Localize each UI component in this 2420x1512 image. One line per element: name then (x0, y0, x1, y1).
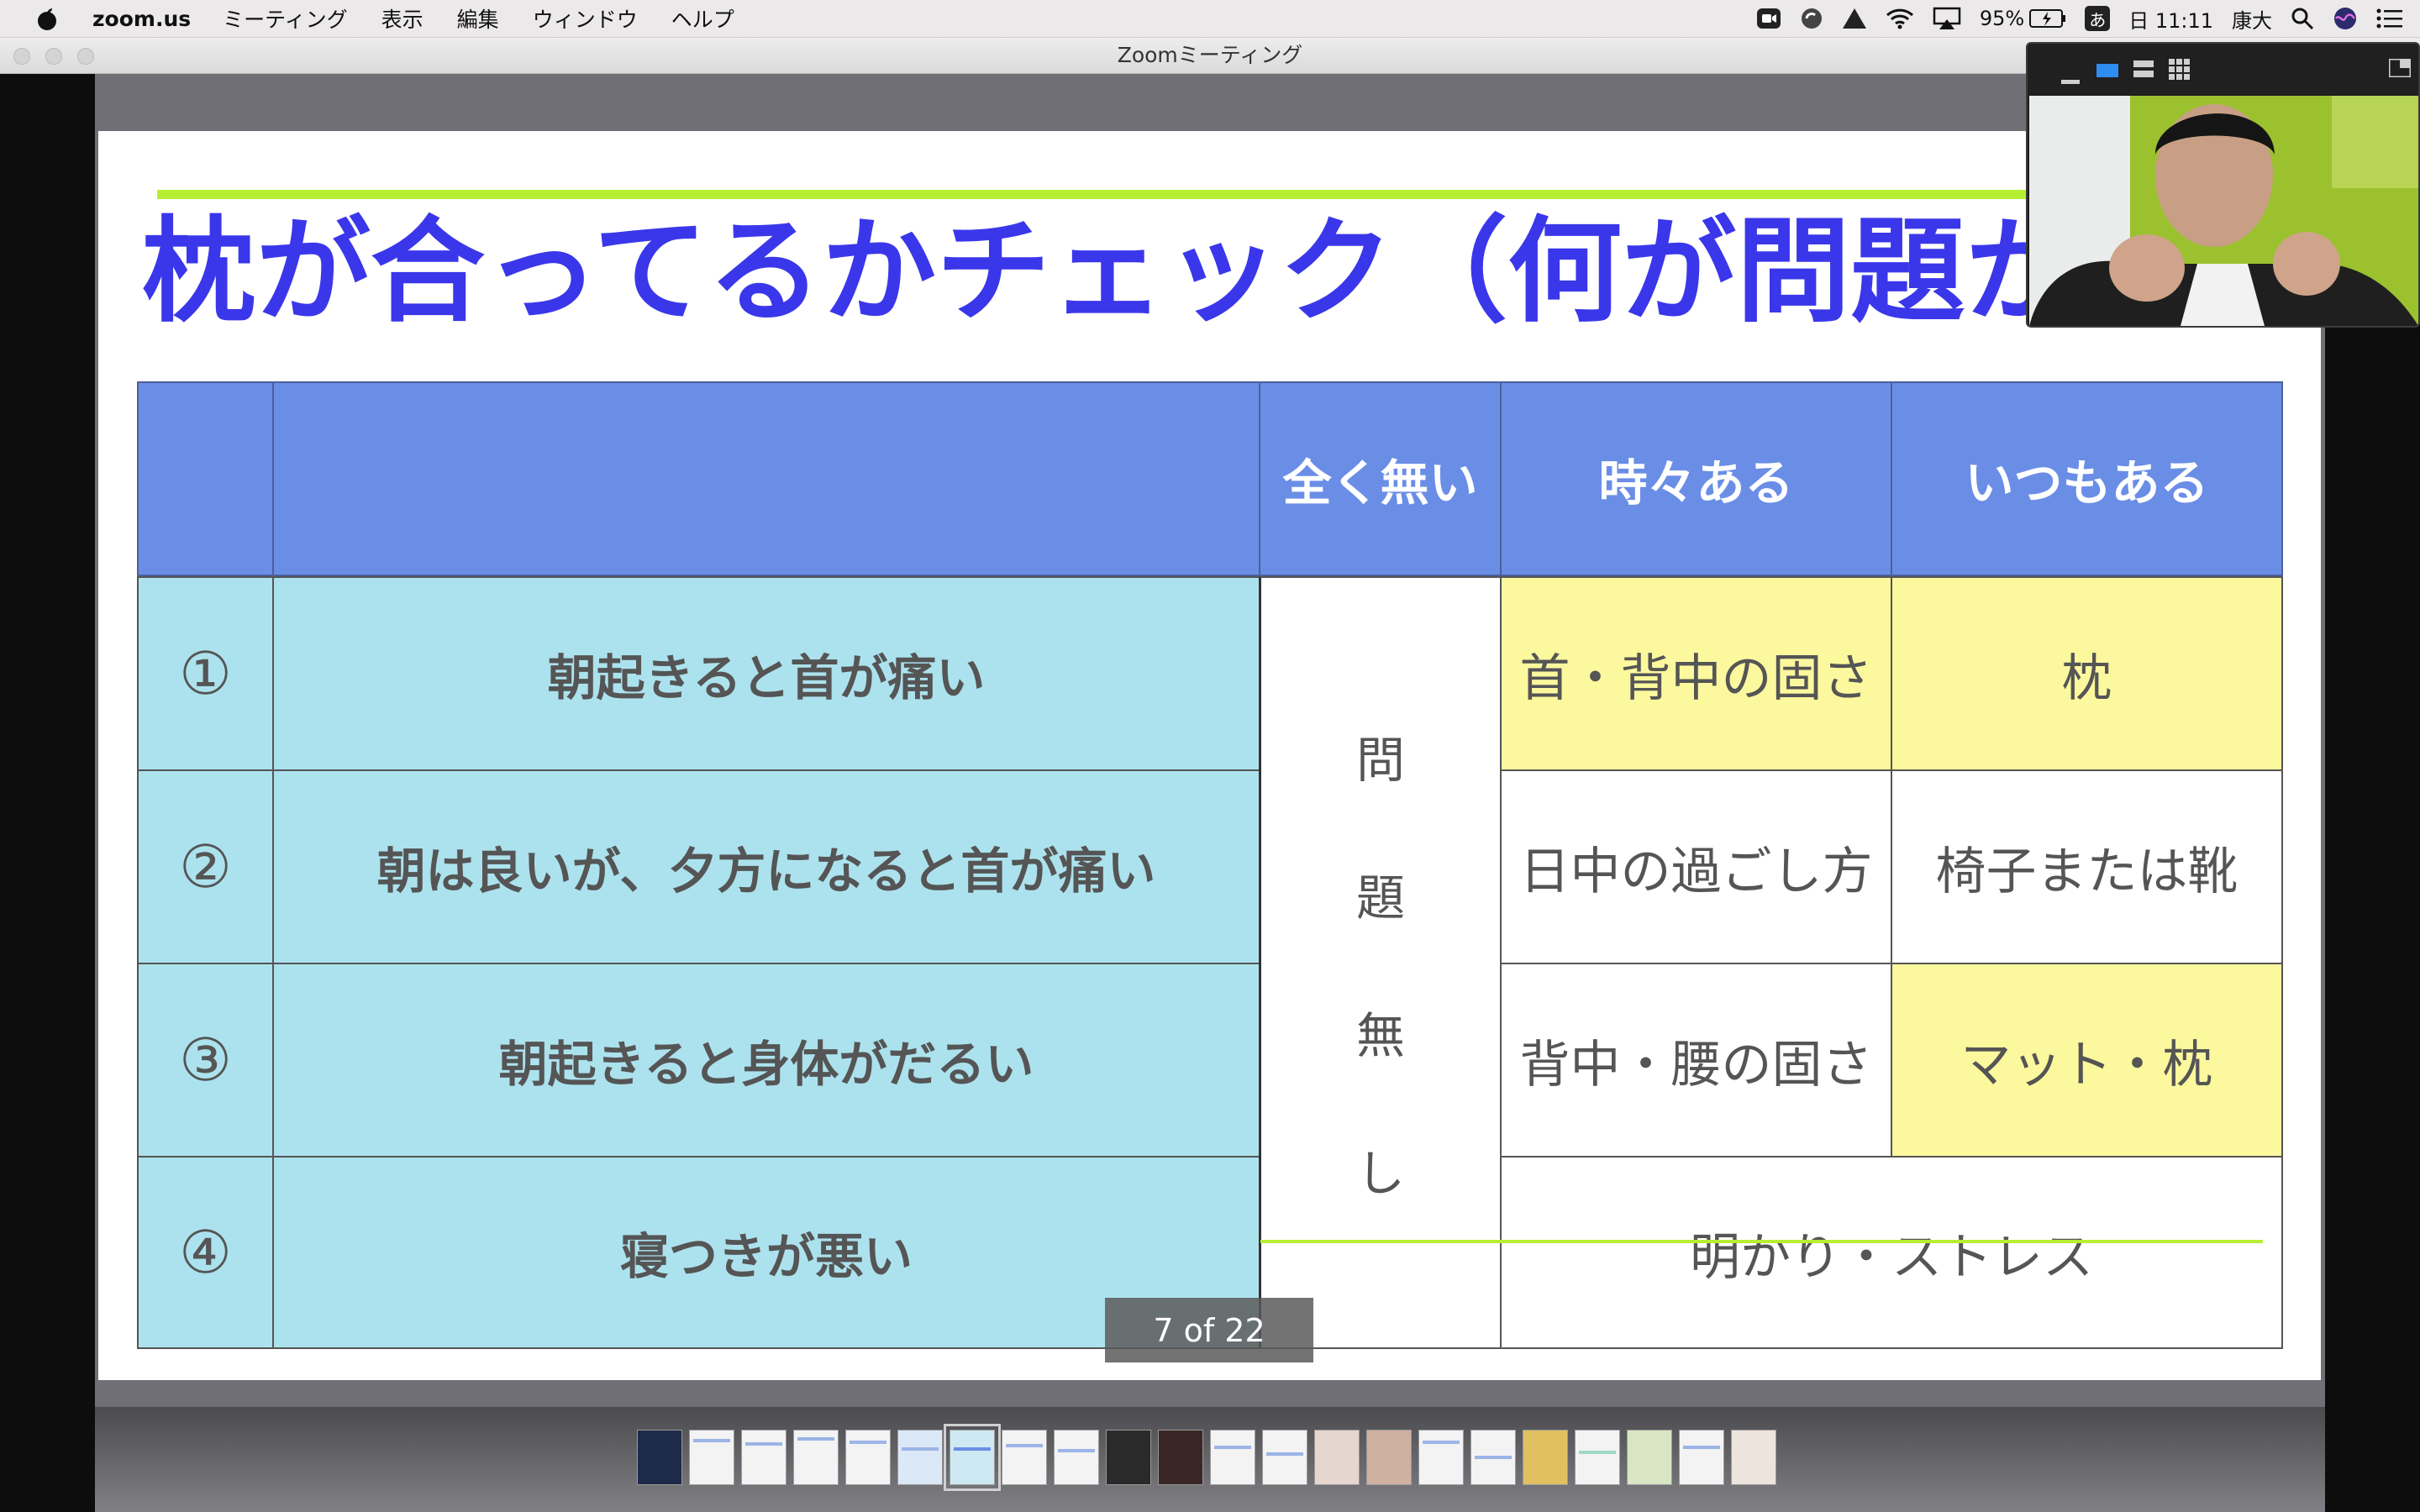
menu-help[interactable]: ヘルプ (671, 3, 734, 34)
row-symptom: 朝起きると首が痛い (272, 576, 1260, 771)
menu-bar: zoom.us ミーティング 表示 編集 ウィンドウ ヘルプ 95% あ 日 1… (0, 0, 2420, 38)
slide-thumbnail[interactable] (793, 1430, 839, 1485)
slide-thumbnail[interactable] (1158, 1430, 1203, 1485)
strip-view-icon[interactable] (2133, 59, 2154, 82)
menu-app-zoom[interactable]: zoom.us (92, 7, 191, 31)
slide-thumbnail[interactable] (1366, 1430, 1412, 1485)
cause-sometimes: 首・背中の固さ (1500, 576, 1892, 771)
video-panel[interactable] (2026, 42, 2420, 328)
menu-view[interactable]: 表示 (381, 3, 424, 34)
siri-icon[interactable] (2333, 6, 2358, 31)
cause-always: 椅子または靴 (1891, 769, 2283, 964)
no-problem-char: 無 (1355, 1007, 1405, 1064)
search-icon[interactable] (2291, 7, 2314, 30)
wifi-icon[interactable] (1886, 8, 1914, 29)
slide-thumbnail[interactable] (1731, 1430, 1776, 1485)
active-speaker-view-icon[interactable] (2096, 64, 2118, 81)
minimize-video-icon[interactable] (2061, 72, 2080, 88)
input-method-label: あ (2085, 6, 2111, 31)
slide-thumbnail[interactable] (1679, 1430, 1724, 1485)
row-number: ③ (137, 963, 274, 1158)
thumbnail-list (637, 1424, 1783, 1491)
header-never: 全く無い (1259, 381, 1502, 576)
row-number: ① (137, 576, 274, 771)
participant-video[interactable] (2029, 96, 2418, 326)
menu-window[interactable]: ウィンドウ (533, 3, 638, 34)
slide-title: 枕が合ってるかチェック（何が問題か） (142, 206, 2194, 339)
cause-sometimes: 背中・腰の固さ (1500, 963, 1892, 1158)
row-number: ② (137, 769, 274, 964)
header-sometimes: 時々ある (1500, 381, 1892, 576)
slide-thumbnail[interactable] (637, 1430, 682, 1485)
menu-edit[interactable]: 編集 (457, 3, 499, 34)
slide-thumbnail[interactable] (1106, 1430, 1151, 1485)
notification-center-icon[interactable] (2376, 8, 2403, 29)
header-cell-number (137, 381, 274, 576)
slide-thumbnail[interactable] (1314, 1430, 1360, 1485)
sync-icon[interactable] (1800, 7, 1823, 30)
no-problem-char: 題 (1355, 869, 1405, 927)
slide-thumbnail[interactable] (1575, 1430, 1620, 1485)
input-method-icon[interactable]: あ (2085, 6, 2111, 31)
apple-icon[interactable] (30, 6, 64, 31)
slide-thumbnail[interactable] (1054, 1430, 1099, 1485)
slide-thumbnail[interactable] (897, 1430, 943, 1485)
row-number: ④ (137, 1156, 274, 1349)
airplay-icon[interactable] (1933, 7, 1961, 30)
video-panel-toolbar (2028, 44, 2418, 94)
battery-icon[interactable] (2029, 8, 2066, 29)
user-name[interactable]: 康大 (2232, 4, 2272, 34)
header-cell-symptom (272, 381, 1260, 576)
cause-sometimes: 日中の過ごし方 (1500, 769, 1892, 964)
no-problem-char: 問 (1355, 732, 1405, 789)
slide-thumbnail[interactable] (741, 1430, 786, 1485)
participant-video-image (2029, 96, 2418, 326)
cause-always: マット・枕 (1891, 963, 2283, 1158)
gallery-view-icon[interactable] (2169, 59, 2191, 84)
warning-triangle-icon[interactable] (1842, 8, 1867, 29)
slide-thumbnail[interactable] (1210, 1430, 1255, 1485)
menu-meeting[interactable]: ミーティング (223, 3, 348, 34)
clock[interactable]: 日 11:11 (2128, 4, 2213, 34)
page-indicator: 7 of 22 (1105, 1298, 1313, 1362)
slide-thumbnail[interactable] (1470, 1430, 1516, 1485)
slide-thumbnail[interactable] (689, 1430, 734, 1485)
slide-thumbnail[interactable] (1418, 1430, 1464, 1485)
no-problem-char: し (1355, 1145, 1405, 1202)
annotation-line (1260, 1240, 2263, 1243)
cause-merged: 明かり・ストレス (1500, 1156, 2283, 1349)
slide-thumbnail[interactable] (1002, 1430, 1047, 1485)
no-problem-column: 問 題 無 し (1259, 576, 1502, 1349)
side-by-side-icon[interactable] (2387, 57, 2412, 81)
slide-thumbnail[interactable] (1627, 1430, 1672, 1485)
cause-always: 枕 (1891, 576, 2283, 771)
slide-accent-line (157, 190, 2308, 199)
slide-thumbnail[interactable] (1523, 1430, 1568, 1485)
zoom-status-icon[interactable] (1756, 7, 1781, 30)
battery-percentage: 95% (1979, 7, 2025, 30)
slide-thumbnail[interactable] (845, 1430, 891, 1485)
header-always: いつもある (1891, 381, 2283, 576)
row-symptom: 朝は良いが、夕方になると首が痛い (272, 769, 1260, 964)
slide-thumbnail[interactable] (1262, 1430, 1307, 1485)
row-symptom: 朝起きると身体がだるい (272, 963, 1260, 1158)
slide-thumbnail-current[interactable] (944, 1424, 1001, 1491)
